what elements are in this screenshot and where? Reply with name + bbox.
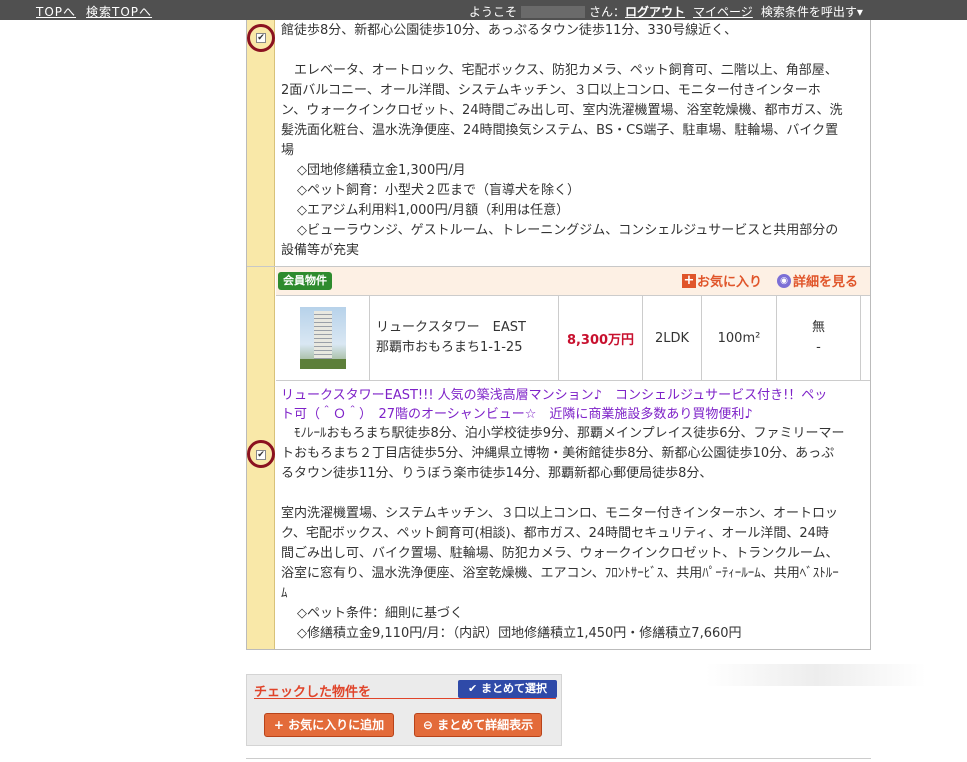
access-line: トおもろまち２丁目店徒歩5分、沖縄県立博物・美術館徒歩8分、新都心公園徒歩10分… bbox=[281, 446, 835, 461]
property-thumbnail-cell[interactable] bbox=[276, 296, 370, 380]
listing-frame: ✔ 館徒歩8分、新都心公園徒歩10分、あっぷるタウン徒歩11分、330号線近く、… bbox=[246, 20, 871, 650]
note-line: ◇修繕積立金9,110円/月：（内訳）団地修繕積立1,450円・修繕積立7,66… bbox=[297, 626, 742, 641]
equip-line: 間ごみ出し可、バイク置場、駐輪場、防犯カメラ、ウォークインクロゼット、トランクル… bbox=[281, 546, 839, 561]
top-navigation-bar: TOPへ 検索TOPへ ようこそ さん： ログアウト マイページ 検索条件を呼出… bbox=[0, 0, 967, 20]
checkbox-column bbox=[247, 20, 275, 649]
property-name-cell: リュークスタワー EAST 那覇市おもろまち1-1-25 bbox=[370, 296, 559, 380]
top-page-link[interactable]: TOPへ bbox=[36, 3, 76, 20]
listing-2-checkbox[interactable]: ✔ bbox=[256, 450, 266, 460]
favorite-label: お気に入り bbox=[697, 275, 763, 290]
equip-line: ク、宅配ボックス、ペット飼育可(相談)、都市ガス、24時間セキュリティ、オール洋… bbox=[281, 526, 829, 541]
property-row: リュークスタワー EAST 那覇市おもろまち1-1-25 8,300万円 2LD… bbox=[276, 295, 870, 381]
user-menu: ようこそ さん： ログアウト マイページ 検索条件を呼出す▾ bbox=[469, 3, 863, 20]
plus-icon: + bbox=[682, 272, 696, 288]
listing-2-catchcopy: リュークスタワーEAST!!! 人気の築浅高層マンション♪ コンシェルジュサービ… bbox=[281, 386, 827, 424]
tree-shape bbox=[299, 359, 346, 369]
condition-value: 無 bbox=[811, 320, 825, 335]
arrow-circle-icon: ◉ bbox=[777, 273, 791, 288]
property-price: 8,300万円 bbox=[559, 296, 643, 380]
note-line: ◇ペット条件：細則に基づく bbox=[297, 606, 463, 621]
add-to-favorites-button[interactable]: + お気に入りに追加 bbox=[264, 713, 394, 737]
property-layout: 2LDK bbox=[643, 296, 702, 380]
san-text: さん： bbox=[589, 5, 626, 19]
property-condition-cell: 無 - bbox=[777, 296, 861, 380]
desc-line: 館徒歩8分、新都心公園徒歩10分、あっぷるタウン徒歩11分、330号線近く、 bbox=[281, 23, 738, 38]
logout-link[interactable]: ログアウト bbox=[625, 3, 685, 20]
tower-shape bbox=[313, 311, 332, 363]
recall-search-link[interactable]: 検索条件を呼出す▾ bbox=[761, 3, 863, 20]
property-name[interactable]: リュークスタワー EAST bbox=[376, 318, 526, 338]
desc-line: 2面バルコニー、オール洋間、システムキッチン、３口以上コンロ、モニター付きインタ… bbox=[281, 83, 821, 98]
note-line: ◇団地修繕積立金1,300円/月 bbox=[297, 163, 466, 178]
catch-line: ト可（＾Ｏ＾） 27階のオーシャンビュー☆ 近隣に商業施設多数あり買物便利♪ bbox=[281, 407, 753, 422]
watermark-band bbox=[706, 664, 926, 686]
desc-line: 髪洗面化粧台、温水洗浄便座、24時間換気システム、BS・CS端子、駐車場、駐輪場… bbox=[281, 123, 839, 138]
listing-1-checkbox[interactable]: ✔ bbox=[256, 33, 266, 43]
property-address: 那覇市おもろまち1-1-25 bbox=[376, 340, 523, 355]
desc-line: 場 bbox=[281, 143, 295, 158]
detail-label: 詳細を見る bbox=[793, 275, 859, 290]
view-detail-link[interactable]: ◉ 詳細を見る bbox=[777, 271, 858, 290]
equip-line: 室内洗濯機置場、システムキッチン、３口以上コンロ、モニター付きインターホン、オー… bbox=[281, 506, 839, 521]
add-favorite-link[interactable]: + お気に入り bbox=[682, 271, 762, 290]
mypage-link[interactable]: マイページ bbox=[693, 3, 753, 20]
equip-line: ﾑ bbox=[281, 586, 288, 601]
bulk-detail-button[interactable]: ⊖ まとめて詳細表示 bbox=[414, 713, 542, 737]
bottom-rule bbox=[246, 758, 871, 759]
note-line: ◇ビューラウンジ、ゲストルーム、トレーニングジム、コンシェルジュサービスと共用部… bbox=[297, 223, 839, 238]
property-area: 100m² bbox=[702, 296, 777, 380]
search-top-link[interactable]: 検索TOPへ bbox=[86, 3, 152, 20]
top-nav-links: TOPへ 検索TOPへ bbox=[36, 3, 152, 20]
member-property-badge: 会員物件 bbox=[278, 272, 332, 290]
condition-value: - bbox=[816, 340, 821, 355]
masked-username bbox=[521, 5, 586, 18]
building-photo[interactable] bbox=[299, 307, 346, 369]
desc-line bbox=[281, 41, 843, 61]
desc-line: ン、ウォークインクロゼット、24時間ごみ出し可、室内洗濯機置場、浴室乾燥機、都市… bbox=[281, 103, 843, 118]
access-line: るタウン徒歩11分、りうぼう楽市徒歩14分、那覇新都心郵便局徒歩8分、 bbox=[281, 466, 713, 481]
desc-line: エレベータ、オートロック、宅配ボックス、防犯カメラ、ペット飼育可、二階以上、角部… bbox=[281, 63, 838, 78]
listing-1-description: 館徒歩8分、新都心公園徒歩10分、あっぷるタウン徒歩11分、330号線近く、 エ… bbox=[281, 21, 843, 261]
access-line: ﾓﾉﾚｰﾙおもろまち駅徒歩8分、泊小学校徒歩9分、那覇メインプレイス徒歩6分、フ… bbox=[281, 426, 845, 441]
listing-2-description: ﾓﾉﾚｰﾙおもろまち駅徒歩8分、泊小学校徒歩9分、那覇メインプレイス徒歩6分、フ… bbox=[281, 424, 845, 644]
note-line: ◇エアジム利用料1,000円/月額（利用は任意） bbox=[297, 203, 570, 218]
equip-line: 浴室に窓有り、温水洗浄便座、浴室乾燥機、エアコン、ﾌﾛﾝﾄｻｰﾋﾞｽ、共用ﾊﾟｰ… bbox=[281, 566, 839, 581]
catch-line: リュークスタワーEAST!!! 人気の築浅高層マンション♪ コンシェルジュサービ… bbox=[281, 388, 828, 403]
note-line: ◇ペット飼育：小型犬２匹まで（盲導犬を除く） bbox=[297, 183, 580, 198]
bulk-select-button[interactable]: ✔ まとめて選択 bbox=[458, 680, 557, 698]
bulk-action-divider bbox=[254, 698, 556, 699]
welcome-text: ようこそ bbox=[469, 5, 518, 19]
note-line: 設備等が充実 bbox=[281, 243, 360, 258]
